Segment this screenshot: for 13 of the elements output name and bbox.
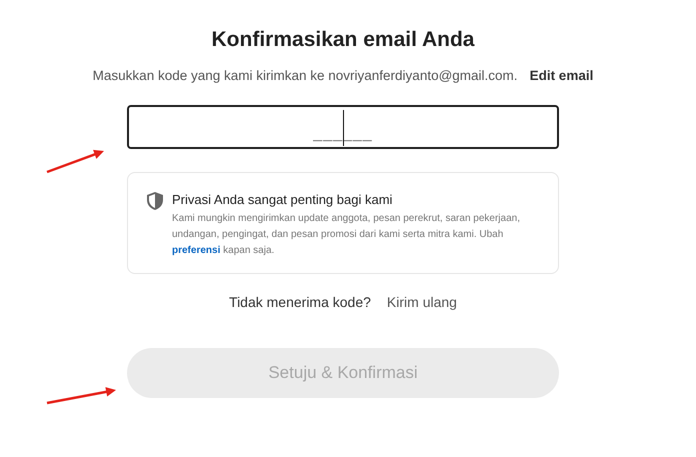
code-input-field[interactable]: ______ — [127, 105, 559, 149]
privacy-heading: Privasi Anda sangat penting bagi kami — [172, 192, 394, 207]
shield-icon — [146, 191, 164, 211]
instruction-text: Masukkan kode yang kami kirimkan ke novriyanferdiyanto@gmail.com. — [92, 68, 518, 83]
page-title: Konfirmasikan email Anda — [212, 28, 474, 52]
edit-email-link[interactable]: Edit email — [530, 68, 594, 83]
text-cursor — [343, 110, 344, 146]
resend-question: Tidak menerima kode? — [229, 294, 371, 310]
annotation-arrow — [46, 387, 116, 404]
preferences-link[interactable]: preferensi — [172, 245, 220, 256]
privacy-text: Kami mungkin mengirimkan update anggota, pesan perekrut, saran pekerjaan, undangan, pengingat, dan pesan promosi dari kami serta mitra kami. Ubah preferensi kapan saja. — [172, 212, 521, 258]
annotation-arrow — [46, 150, 104, 174]
resend-link[interactable]: Kirim ulang — [386, 294, 457, 310]
